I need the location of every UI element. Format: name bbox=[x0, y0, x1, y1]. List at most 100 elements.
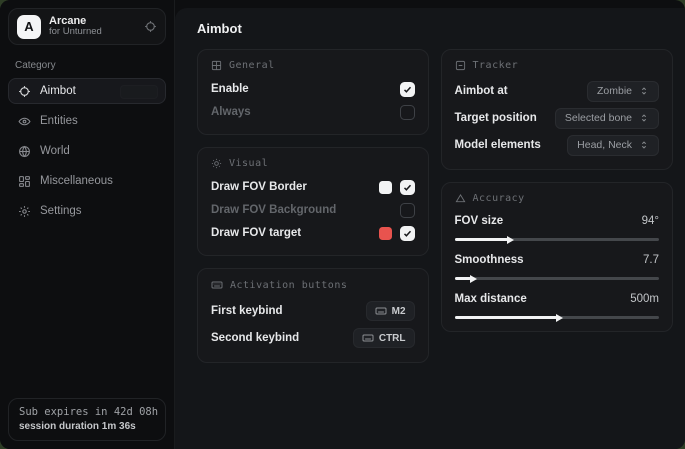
keybind-value: CTRL bbox=[379, 333, 406, 344]
brand-text: Arcane for Unturned bbox=[49, 15, 102, 39]
keyboard-icon bbox=[362, 332, 374, 344]
keyboard-icon bbox=[375, 305, 387, 317]
setting-row: Aimbot at Zombie bbox=[455, 78, 659, 104]
setting-row: Enable bbox=[211, 78, 415, 100]
app-subtitle: for Unturned bbox=[49, 27, 102, 38]
card-header-label: Tracker bbox=[473, 60, 519, 71]
sidebar-item-label: Entities bbox=[40, 115, 78, 127]
sidebar-item-miscellaneous[interactable]: Miscellaneous bbox=[8, 168, 166, 194]
fov-target-checkbox[interactable] bbox=[400, 226, 415, 241]
setting-row: Second keybind CTRL bbox=[211, 325, 415, 351]
fov-border-checkbox[interactable] bbox=[400, 180, 415, 195]
activation-card-header: Activation buttons bbox=[211, 279, 415, 291]
setting-label: Smoothness bbox=[455, 254, 524, 266]
sidebar-nav: Aimbot Entities World bbox=[8, 78, 166, 224]
dropdown-value: Selected bone bbox=[565, 112, 632, 124]
sidebar: A Arcane for Unturned Category Aimbot bbox=[0, 0, 175, 449]
setting-row: Draw FOV Border bbox=[211, 176, 415, 198]
setting-label: Draw FOV Border bbox=[211, 181, 307, 193]
dropdown-value: Head, Neck bbox=[577, 139, 632, 151]
right-column: Tracker Aimbot at Zombie bbox=[441, 49, 673, 332]
fov-background-checkbox[interactable] bbox=[400, 203, 415, 218]
sub-expiry-text: Sub expires in 42d 08h bbox=[19, 406, 155, 418]
eye-icon bbox=[18, 115, 31, 128]
setting-label: Target position bbox=[455, 112, 537, 124]
setting-controls bbox=[379, 226, 415, 241]
sidebar-item-label: Settings bbox=[40, 205, 82, 217]
keybind-value: M2 bbox=[392, 306, 406, 317]
grid-icon bbox=[211, 60, 222, 71]
setting-label: FOV size bbox=[455, 215, 504, 227]
setting-label: Second keybind bbox=[211, 332, 299, 344]
sidebar-item-label: World bbox=[40, 145, 70, 157]
slider-fill bbox=[455, 238, 508, 241]
sidebar-item-world[interactable]: World bbox=[8, 138, 166, 164]
sun-icon bbox=[211, 158, 222, 169]
triangle-icon bbox=[455, 193, 466, 204]
card-header-label: General bbox=[229, 60, 275, 71]
fov-size-value: 94° bbox=[642, 215, 659, 227]
chevron-updown-icon bbox=[639, 113, 649, 123]
sidebar-item-label: Miscellaneous bbox=[40, 175, 113, 187]
target-icon[interactable] bbox=[144, 20, 157, 33]
setting-label: Draw FOV Background bbox=[211, 204, 336, 216]
sidebar-item-entities[interactable]: Entities bbox=[8, 108, 166, 134]
general-card: General Enable Always bbox=[197, 49, 429, 135]
slider-thumb[interactable] bbox=[470, 275, 477, 283]
setting-row: Target position Selected bone bbox=[455, 105, 659, 131]
slider-thumb[interactable] bbox=[556, 314, 563, 322]
visual-card-header: Visual bbox=[211, 158, 415, 169]
crosshair-icon bbox=[18, 85, 31, 98]
second-keybind-button[interactable]: CTRL bbox=[353, 328, 415, 348]
setting-label: First keybind bbox=[211, 305, 283, 317]
sidebar-item-aimbot[interactable]: Aimbot bbox=[8, 78, 166, 104]
fov-target-color-swatch[interactable] bbox=[379, 227, 392, 240]
setting-row: First keybind M2 bbox=[211, 298, 415, 324]
max-distance-slider[interactable] bbox=[455, 316, 659, 319]
smoothness-value: 7.7 bbox=[643, 254, 659, 266]
card-header-label: Visual bbox=[229, 158, 268, 169]
enable-checkbox[interactable] bbox=[400, 82, 415, 97]
tracker-card-header: Tracker bbox=[455, 60, 659, 71]
brand-card: A Arcane for Unturned bbox=[8, 8, 166, 45]
accuracy-card: Accuracy FOV size 94° bbox=[441, 182, 673, 332]
setting-controls bbox=[379, 180, 415, 195]
model-elements-dropdown[interactable]: Head, Neck bbox=[567, 135, 659, 156]
setting-label: Enable bbox=[211, 83, 249, 95]
smoothness-slider[interactable] bbox=[455, 277, 659, 280]
app-window: A Arcane for Unturned Category Aimbot bbox=[0, 0, 685, 449]
slider-fill bbox=[455, 277, 471, 280]
setting-label: Aimbot at bbox=[455, 85, 508, 97]
max-distance-value: 500m bbox=[630, 293, 659, 305]
card-header-label: Activation buttons bbox=[230, 280, 347, 291]
gear-icon bbox=[18, 205, 31, 218]
max-distance-setting: Max distance 500m bbox=[455, 289, 659, 319]
fov-border-color-swatch[interactable] bbox=[379, 181, 392, 194]
setting-label: Max distance bbox=[455, 293, 527, 305]
setting-label: Draw FOV target bbox=[211, 227, 301, 239]
target-position-dropdown[interactable]: Selected bone bbox=[555, 108, 659, 129]
fov-size-setting: FOV size 94° bbox=[455, 211, 659, 241]
main-panel: Aimbot General Enable bbox=[175, 8, 685, 449]
sidebar-item-label: Aimbot bbox=[40, 85, 76, 97]
layout-grid-icon bbox=[18, 175, 31, 188]
setting-row: Draw FOV target bbox=[211, 222, 415, 244]
left-column: General Enable Always bbox=[197, 49, 429, 363]
session-duration-text: session duration 1m 36s bbox=[19, 421, 155, 432]
activation-card: Activation buttons First keybind M2 bbox=[197, 268, 429, 363]
first-keybind-button[interactable]: M2 bbox=[366, 301, 415, 321]
aimbot-at-dropdown[interactable]: Zombie bbox=[587, 81, 659, 102]
sidebar-item-settings[interactable]: Settings bbox=[8, 198, 166, 224]
chevron-updown-icon bbox=[639, 140, 649, 150]
smoothness-setting: Smoothness 7.7 bbox=[455, 250, 659, 280]
setting-label: Always bbox=[211, 106, 251, 118]
active-item-hint bbox=[120, 85, 158, 99]
chevron-updown-icon bbox=[639, 86, 649, 96]
category-label: Category bbox=[15, 60, 159, 71]
slider-thumb[interactable] bbox=[507, 236, 514, 244]
fov-size-slider[interactable] bbox=[455, 238, 659, 241]
keyboard-icon bbox=[211, 279, 223, 291]
always-checkbox[interactable] bbox=[400, 105, 415, 120]
setting-row: Model elements Head, Neck bbox=[455, 132, 659, 158]
setting-row: Always bbox=[211, 101, 415, 123]
